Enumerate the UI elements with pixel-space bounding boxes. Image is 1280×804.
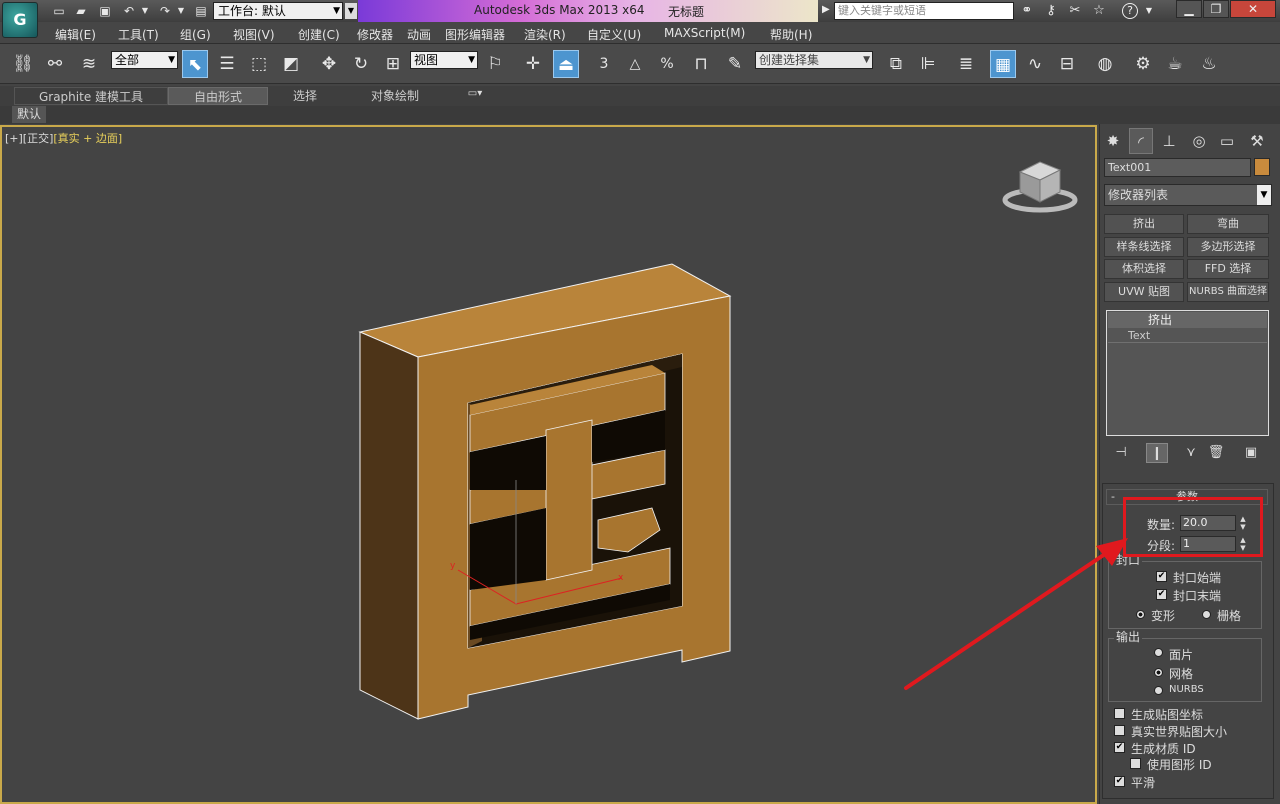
use-shape-ids-label: 使用图形 ID [1147,758,1212,772]
output-group-title: 输出 [1114,630,1143,644]
viewcube-icon[interactable] [1002,161,1078,213]
help-icon[interactable]: ? [1122,3,1138,19]
gen-mat-ids-checkbox[interactable]: ✔ [1114,742,1125,753]
smooth-checkbox[interactable]: ✔ [1114,776,1125,787]
smooth-label: 平滑 [1131,776,1156,790]
patch-label: 面片 [1169,648,1194,662]
hierarchy-tab-icon[interactable]: ⊥ [1157,128,1181,154]
grid-label: 栅格 [1217,609,1242,623]
motion-tab-icon[interactable]: ◎ [1187,128,1211,154]
utilities-tab-icon[interactable]: ⚒ [1245,128,1269,154]
use-shape-ids-checkbox[interactable] [1130,758,1141,769]
remove-modifier-icon[interactable]: 🗑 [1205,443,1227,463]
poly-select-button[interactable]: 多边形选择 [1187,237,1269,257]
ffd-select-button[interactable]: FFD 选择 [1187,259,1269,279]
bend-modifier-button[interactable]: 弯曲 [1187,214,1269,234]
volume-select-button[interactable]: 体积选择 [1104,259,1184,279]
gen-mat-ids-label: 生成材质 ID [1131,742,1196,756]
modifier-list-label: 修改器列表 [1108,188,1169,202]
stack-item-extrude[interactable]: 挤出 [1108,312,1267,328]
modify-tab-icon[interactable]: ◜ [1129,128,1153,154]
stack-item-text[interactable]: Text [1108,329,1267,343]
stack-item-extrude-label: 挤出 [1148,313,1173,327]
cap-start-label: 封口始端 [1173,571,1222,585]
help-dropdown-icon[interactable]: ▼ [1140,2,1158,20]
minimize-button[interactable]: ▁ [1176,0,1202,18]
close-button[interactable]: ✕ [1230,0,1276,18]
mesh-radio[interactable] [1154,668,1163,677]
extrude-modifier-button[interactable]: 挤出 [1104,214,1184,234]
patch-radio[interactable] [1154,648,1163,657]
cap-end-checkbox[interactable]: ✔ [1156,589,1167,600]
axis-y-label: y [450,561,456,571]
spline-select-button[interactable]: 样条线选择 [1104,237,1184,257]
pin-stack-icon[interactable]: ⊣ [1110,443,1132,463]
object-color-swatch[interactable] [1254,158,1270,176]
nurbs-label: NURBS [1169,684,1204,695]
morph-label: 变形 [1151,609,1176,623]
render-setup-icon[interactable]: ⚙ [1130,50,1156,78]
nurbs-surface-select-button[interactable]: NURBS 曲面选择 [1187,282,1269,302]
extruded-text-object[interactable] [358,263,732,720]
chevron-down-icon: ▼ [1257,185,1271,205]
rendered-frame-window-icon[interactable]: ☕ [1162,50,1188,78]
grid-radio[interactable] [1202,610,1211,619]
make-unique-icon[interactable]: ⋎ [1180,443,1202,463]
cap-start-checkbox[interactable]: ✔ [1156,571,1167,582]
annotation-highlight-box [1123,497,1263,557]
render-production-icon[interactable]: ♨ [1196,50,1222,78]
morph-radio[interactable] [1136,610,1145,619]
display-tab-icon[interactable]: ▭ [1215,128,1239,154]
gen-map-coords-label: 生成贴图坐标 [1131,708,1204,722]
gen-map-coords-checkbox[interactable] [1114,708,1125,719]
cap-end-label: 封口末端 [1173,589,1222,603]
mesh-label: 网格 [1169,667,1194,681]
show-end-result-icon[interactable]: ❙ [1146,443,1168,463]
modifier-list-dropdown[interactable]: 修改器列表 ▼ [1104,184,1272,206]
nurbs-radio[interactable] [1154,686,1163,695]
restore-button[interactable]: ❐ [1203,0,1229,18]
real-world-map-label: 真实世界贴图大小 [1131,725,1228,739]
configure-modifier-sets-icon[interactable]: ▣ [1240,443,1262,463]
scene-canvas: x y [358,161,1078,720]
object-name-field[interactable]: Text001 [1104,158,1251,177]
uvw-map-button[interactable]: UVW 贴图 [1104,282,1184,302]
axis-x-label: x [618,573,624,583]
app-logo-button[interactable]: G [2,2,38,38]
real-world-map-checkbox[interactable] [1114,725,1125,736]
create-tab-icon[interactable]: ✸ [1101,128,1125,154]
